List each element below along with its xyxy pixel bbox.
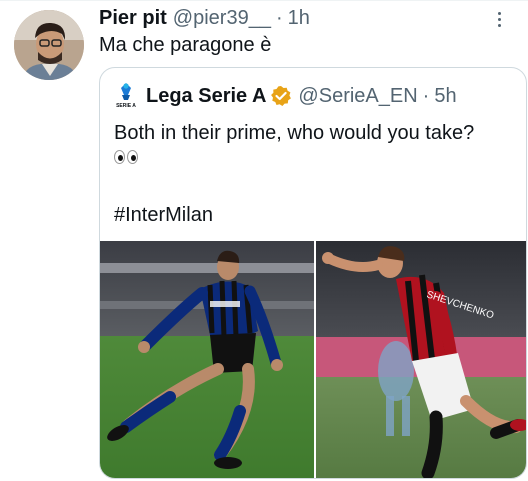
- hashtag-text[interactable]: #InterMilan: [114, 204, 213, 227]
- quoted-tweet-header: SERIE A Lega Serie A @SerieA_EN · 5h: [114, 82, 457, 110]
- author-handle[interactable]: @pier39__: [173, 7, 271, 30]
- more-horizontal-icon[interactable]: [488, 8, 510, 30]
- separator-dot: ·: [422, 84, 430, 107]
- tweet-time[interactable]: 1h: [288, 7, 310, 30]
- media-grid: SHEVCHENKO: [100, 241, 526, 478]
- avatar[interactable]: [14, 10, 84, 80]
- serie-a-logo: SERIE A: [114, 82, 138, 110]
- verified-badge-icon: [270, 85, 292, 107]
- author-name[interactable]: Pier pit: [99, 7, 167, 30]
- quoted-tweet[interactable]: SERIE A Lega Serie A @SerieA_EN · 5h Bot…: [99, 67, 527, 479]
- inter-player-photo[interactable]: [100, 241, 314, 478]
- quoted-tweet-text: Both in their prime, who would you take?: [114, 122, 475, 144]
- quoted-author-name[interactable]: Lega Serie A: [146, 85, 266, 108]
- eyes-emoji: [114, 150, 138, 164]
- svg-text:SERIE A: SERIE A: [116, 103, 136, 109]
- top-divider: [0, 0, 528, 1]
- milan-player-photo[interactable]: SHEVCHENKO: [316, 241, 526, 478]
- separator-dot: ·: [275, 6, 283, 29]
- quoted-tweet-time[interactable]: 5h: [434, 85, 456, 108]
- tweet-text: Ma che paragone è: [99, 34, 272, 56]
- tweet-header: Pier pit @pier39__ · 1h: [99, 6, 310, 30]
- quoted-author-handle[interactable]: @SerieA_EN: [298, 85, 417, 108]
